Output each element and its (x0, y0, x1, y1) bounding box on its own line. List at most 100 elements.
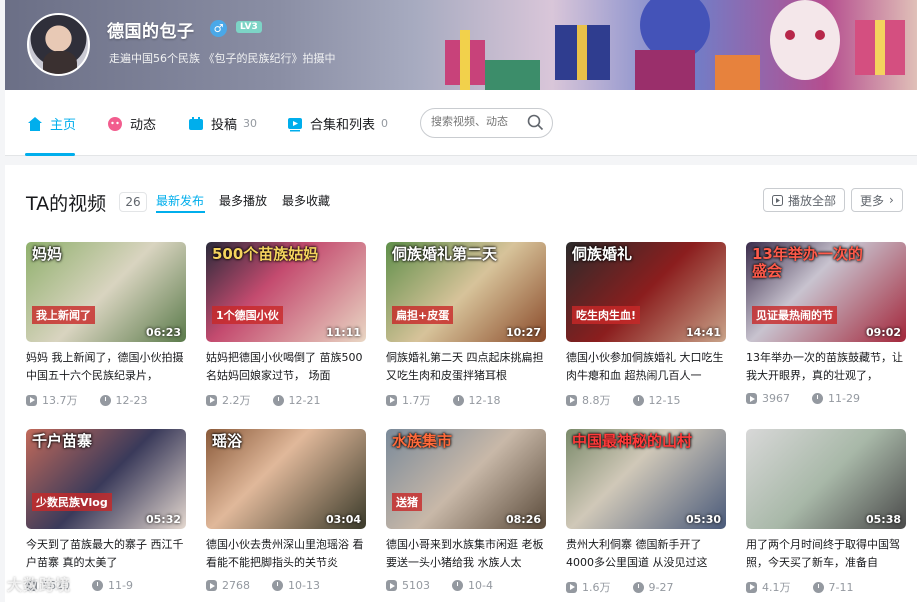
tab-dynamic-label: 动态 (130, 118, 157, 133)
male-icon: ♂ (210, 20, 227, 37)
view-count: 2.2万 (222, 394, 251, 407)
upload-date: 11-29 (828, 392, 860, 405)
view-count: 1.6万 (582, 581, 611, 594)
video-title[interactable]: 德国小伙参加侗族婚礼 大口吃生肉牛瘪和血 超热闹几百人一 (566, 349, 726, 385)
thumbnail-subcaption: 我上新闻了 (32, 306, 95, 324)
thumbnail-caption: 妈妈 (32, 245, 63, 263)
video-title[interactable]: 贵州大利侗寨 德国新手开了4000多公里国道 从没见过这 (566, 536, 726, 572)
video-title[interactable]: 妈妈 我上新闻了，德国小伙拍摄中国五十六个民族纪录片， (26, 349, 186, 385)
tab-upload[interactable]: 投稿 30 (188, 114, 257, 133)
video-thumbnail[interactable]: 13年举办一次的盛会见证最热闹的节 09:02 (746, 242, 906, 342)
upload-date: 12-23 (115, 393, 148, 407)
level-badge: LV3 (236, 21, 262, 33)
video-duration: 05:32 (145, 513, 181, 526)
videos-section: TA的视频 26 最新发布 最多播放 最多收藏 播放全部 更多 › 妈妈我上新闻… (5, 165, 917, 602)
upload-date: 11-9 (108, 579, 133, 592)
play-count-icon (746, 393, 757, 404)
video-thumbnail[interactable]: 500个苗族姑妈 1个德国小伙 11:11 (206, 242, 366, 342)
thumbnail-caption: 瑶浴 (212, 432, 243, 450)
upload-date: 9-27 (648, 580, 674, 594)
view-count: 3967 (762, 392, 790, 405)
more-button[interactable]: 更多 › (851, 188, 903, 212)
video-title[interactable]: 用了两个月时间终于取得中国驾照，今天买了新车，准备自 (746, 536, 906, 572)
play-count-icon (206, 580, 217, 591)
user-sign: 走遍中国56个民族 《包子的民族纪行》拍摄中 (109, 52, 336, 65)
video-duration: 11:11 (325, 326, 361, 339)
play-all-button[interactable]: 播放全部 (763, 188, 846, 212)
section-title: TA的视频 (26, 193, 107, 215)
thumbnail-caption: 侗族婚礼 (572, 245, 633, 263)
video-meta: 2.2万 12-21 (206, 392, 366, 408)
thumbnail-caption: 千户苗寨 (32, 432, 93, 450)
avatar[interactable] (27, 13, 90, 76)
tab-upload-count: 30 (243, 117, 258, 130)
sort-active-indicator (156, 211, 205, 213)
tab-collection[interactable]: 合集和列表 0 (287, 114, 388, 133)
collection-icon (288, 117, 302, 131)
upload-date: 12-21 (288, 393, 321, 407)
video-duration: 10:27 (505, 326, 541, 339)
tab-dynamic[interactable]: 动态 (107, 114, 156, 133)
thumbnail-caption: 13年举办一次的盛会 (752, 245, 863, 280)
video-duration: 05:38 (865, 513, 901, 526)
video-thumbnail[interactable]: 侗族婚礼第二天 扁担+皮蛋 10:27 (386, 242, 546, 342)
clock-icon (452, 580, 463, 591)
video-title[interactable]: 德国小哥来到水族集市闲逛 老板要送一头小猪给我 水族人太 (386, 536, 546, 572)
thumbnail-caption: 500个苗族姑妈 (212, 245, 319, 263)
thumbnail-subcaption: 扁担+皮蛋 (392, 306, 454, 324)
play-count-icon (566, 394, 577, 406)
clock-icon (272, 394, 284, 406)
video-title[interactable]: 13年举办一次的苗族鼓藏节，让我大开眼界，真的壮观了， (746, 349, 906, 385)
video-duration: 09:02 (865, 326, 901, 339)
play-icon (772, 194, 783, 206)
upload-date: 10-4 (468, 579, 493, 592)
video-meta: 5103 10-4 (386, 579, 546, 592)
profile-nav: 主页 动态 投稿 30 合集和列表 0 (5, 90, 917, 156)
video-title[interactable]: 德国小伙去贵州深山里泡瑶浴 看看能不能把脚指头的关节炎 (206, 536, 366, 572)
video-meta: 1.7万 12-18 (386, 392, 546, 408)
video-thumbnail[interactable]: 妈妈 我上新闻了 06:23 (26, 242, 186, 342)
video-title[interactable]: 今天到了苗族最大的寨子 西江千户苗寨 真的太美了 (26, 536, 186, 572)
video-meta: 4.1万 7-11 (746, 579, 906, 595)
thumbnail-subcaption: 吃生肉生血! (572, 306, 641, 324)
video-meta: 1.6万 9-27 (566, 579, 726, 595)
page-root: 德国的包子 ♂ LV3 走遍中国56个民族 《包子的民族纪行》拍摄中 主页 动态… (0, 0, 917, 602)
upload-icon (189, 116, 203, 130)
video-thumbnail[interactable]: 中国最神秘的山村 05:30 (566, 429, 726, 529)
sort-most-played[interactable]: 最多播放 (219, 192, 267, 209)
tab-home[interactable]: 主页 (27, 114, 76, 133)
thumbnail-subcaption: 1个德国小伙 (212, 306, 283, 324)
video-thumbnail[interactable]: 千户苗寨 少数民族Vlog 05:32 (26, 429, 186, 529)
thumbnail-subcaption: 见证最热闹的节 (752, 306, 837, 324)
sort-latest[interactable]: 最新发布 (156, 192, 204, 209)
thumbnail-subcaption: 送猪 (392, 493, 422, 511)
video-duration: 03:04 (325, 513, 361, 526)
play-count-icon (26, 394, 37, 406)
video-meta: 8.8万 12-15 (566, 392, 726, 408)
video-count-badge: 26 (119, 192, 147, 212)
video-duration: 08:26 (505, 513, 541, 526)
play-count-icon (386, 394, 397, 406)
video-meta: 2768 10-13 (206, 579, 366, 592)
thumbnail-caption: 水族集市 (392, 432, 453, 450)
upload-date: 12-18 (468, 393, 501, 407)
video-thumbnail[interactable]: 瑶浴 03:04 (206, 429, 366, 529)
tab-collection-count: 0 (381, 117, 389, 130)
clock-icon (812, 393, 823, 404)
play-count-icon (206, 394, 217, 406)
video-title[interactable]: 姑妈把德国小伙喝倒了 苗族500名姑妈回娘家过节， 场面 (206, 349, 366, 385)
search-input[interactable] (431, 115, 523, 128)
thumbnail-caption: 侗族婚礼第二天 (392, 245, 498, 263)
upload-date: 10-13 (288, 579, 320, 592)
sort-most-favorited[interactable]: 最多收藏 (282, 192, 330, 209)
video-thumbnail[interactable]: 侗族婚礼 吃生肉生血! 14:41 (566, 242, 726, 342)
search-icon[interactable] (527, 114, 544, 131)
active-tab-indicator (25, 153, 75, 156)
play-count-icon (746, 581, 757, 593)
profile-banner: 德国的包子 ♂ LV3 走遍中国56个民族 《包子的民族纪行》拍摄中 (5, 0, 917, 90)
video-duration: 05:30 (685, 513, 721, 526)
video-title[interactable]: 侗族婚礼第二天 四点起床挑扁担 又吃生肉和皮蛋拌猪耳根 (386, 349, 546, 385)
video-thumbnail[interactable]: 水族集市送猪 08:26 (386, 429, 546, 529)
search-box[interactable] (420, 108, 553, 138)
video-thumbnail[interactable]: 05:38 (746, 429, 906, 529)
